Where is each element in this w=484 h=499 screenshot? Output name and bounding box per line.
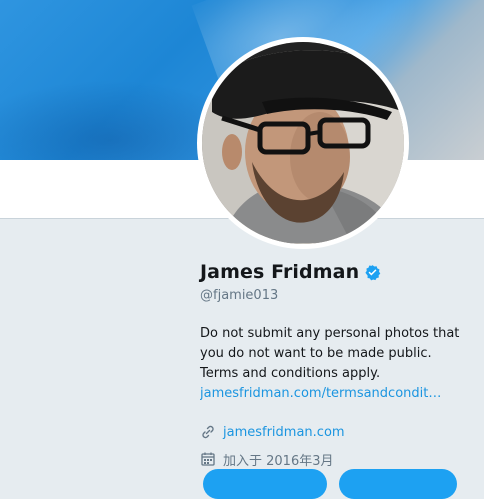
name-row: James Fridman xyxy=(200,258,484,286)
bio-link[interactable]: jamesfridman.com/termsandcondit… xyxy=(200,384,440,404)
action-button[interactable] xyxy=(203,469,327,499)
user-handle[interactable]: @fjamie013 xyxy=(200,286,484,306)
profile-avatar[interactable] xyxy=(197,37,409,249)
avatar-photo xyxy=(202,42,404,244)
calendar-icon xyxy=(200,451,216,467)
joined-date: 加入于 2016年3月 xyxy=(223,453,334,469)
action-button[interactable] xyxy=(339,469,457,499)
bio-line: you do not want to be made public. xyxy=(200,346,432,361)
bio-line: Terms and conditions apply. xyxy=(200,366,381,381)
bio-line: Do not submit any personal photos that xyxy=(200,326,460,341)
link-icon xyxy=(200,424,216,440)
profile-bio: Do not submit any personal photos that y… xyxy=(200,324,460,404)
website-row: jamesfridman.com xyxy=(200,422,484,442)
verified-badge-icon xyxy=(364,264,381,281)
avatar-illustration xyxy=(202,42,404,244)
website-link[interactable]: jamesfridman.com xyxy=(223,425,345,440)
profile-card: James Fridman @fjamie013 Do not submit a… xyxy=(200,258,484,469)
joined-row: 加入于 2016年3月 xyxy=(200,449,484,469)
display-name[interactable]: James Fridman xyxy=(200,261,359,283)
